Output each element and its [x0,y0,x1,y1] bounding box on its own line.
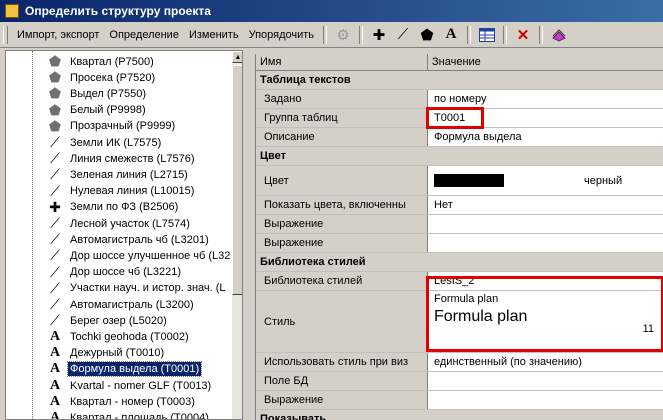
layers-icon[interactable]: ⚙ [332,24,354,46]
scroll-thumb[interactable] [232,65,242,295]
section-label: Цвет [260,150,287,162]
row-name: Цвет [256,166,428,195]
tree-item-label: Земли по ФЗ (B2506) [70,201,179,214]
row-value[interactable]: единственный (по значению) [428,353,663,371]
change-button[interactable]: Изменить [184,27,244,43]
tree-item-label: Нулевая линия (L10015) [70,185,195,198]
add-line-icon[interactable]: ⟋ [392,24,414,46]
column-header-value: Значение [428,54,663,71]
toolbar-grip-icon[interactable] [3,25,8,44]
row-name: Библиотека стилей [256,272,428,290]
tree-item-label: Белый (P9998) [70,104,146,117]
tree-item-label: Просека (P7520) [70,71,156,84]
tree-item-label: Автомагистраль чб (L3201) [70,233,209,246]
sort-button[interactable]: Упорядочить [244,27,319,43]
column-header-name: Имя [256,54,428,71]
tree-item-label: Земли ИК (L7575) [70,136,162,149]
tree-item-label: Автомагистраль (L3200) [70,298,194,311]
row-db-field[interactable]: Поле БД [256,372,663,391]
tree-item-label: Линия смежеств (L7576) [70,152,195,165]
tree-item-label: Квартал - номер (T0003) [70,395,195,408]
tree-item-label: Kvartal - nomer GLF (T0013) [70,379,212,392]
delete-icon[interactable]: ✕ [512,24,534,46]
section-texts-table[interactable]: Таблица текстов [256,71,663,90]
tree-item-label: Зеленая линия (L2715) [70,168,188,181]
section-color[interactable]: Цвет [256,147,663,166]
add-point-icon[interactable]: ✚ [368,24,390,46]
row-name: Использовать стиль при виз [256,353,428,371]
tree-item-label: Дор шоссе улучшенное чб (L32 [70,249,231,262]
row-name: Задано [256,90,428,108]
color-name: черный [584,174,623,187]
row-name: Показать цвета, включенны [256,196,428,214]
toolbar-separator [323,25,328,44]
window-title: Определить структуру проекта [25,4,211,18]
color-swatch [434,174,504,187]
app-icon [5,4,19,18]
highlight-box-table-group [426,107,484,129]
row-value[interactable] [428,372,663,390]
tree-item-label: Участки науч. и истор. знач. (L [70,282,226,295]
section-label: Показывать [260,413,327,420]
table-icon[interactable] [476,24,498,46]
row-name: Выражение [256,215,428,233]
toolbar-separator [467,25,472,44]
toolbar-separator [503,25,508,44]
tree-item-label: Прозрачный (P9999) [70,120,176,133]
highlight-box-style [426,276,663,352]
properties-grid: Имя Значение Таблица текстов Задано по н… [255,54,663,420]
row-name: Группа таблиц [256,109,428,127]
row-use-style[interactable]: Использовать стиль при виз единственный … [256,353,663,372]
import-export-button[interactable]: Импорт, экспорт [12,27,104,43]
section-label: Библиотека стилей [260,256,366,268]
row-value[interactable] [428,391,663,409]
toolbar-separator [359,25,364,44]
row-value[interactable] [428,234,663,252]
row-value[interactable]: по номеру [428,90,663,108]
section-style-library[interactable]: Библиотека стилей [256,253,663,272]
row-expression[interactable]: Выражение [256,391,663,410]
tree-item-label: Tochki geohoda (T0002) [70,330,189,343]
title-bar: Определить структуру проекта [0,0,663,22]
row-name: Выражение [256,391,428,409]
tree-item-label: Дор шоссе чб (L3221) [70,266,181,279]
row-expression[interactable]: Выражение [256,215,663,234]
tree-item-label: Берег озер (L5020) [70,314,167,327]
toolbar: Импорт, экспорт Определение Изменить Упо… [0,22,663,48]
tree-item-label: Выдел (P7550) [70,87,147,100]
tree-item[interactable]: A Квартал - площадь (T0004) [6,408,211,420]
tree-scrollbar[interactable]: ▲ [232,51,242,419]
tree-item-label: Квартал (P7500) [70,55,154,68]
row-name: Выражение [256,234,428,252]
add-text-icon[interactable]: A [440,24,462,46]
tree-item-label: Лесной участок (L7574) [70,217,190,230]
row-value[interactable]: Нет [428,196,663,214]
scroll-up-icon[interactable]: ▲ [232,51,242,63]
row-color[interactable]: Цвет черный [256,166,663,196]
row-expression[interactable]: Выражение [256,234,663,253]
structure-tree[interactable]: ⬟ Квартал (P7500) ⬟ Просека (P7520) ⬟ Выдел (… [5,50,243,420]
row-show-colors[interactable]: Показать цвета, включенны Нет [256,196,663,215]
row-value[interactable] [428,215,663,233]
row-name: Поле БД [256,372,428,390]
add-polygon-icon[interactable]: ⬟ [416,24,438,46]
books-icon[interactable] [548,24,570,46]
tree-item-label: Квартал - площадь (T0004) [70,411,209,420]
text-icon: A [49,409,61,420]
row-value[interactable]: черный [428,166,663,195]
tree-item-label: Формула выдела (T0001) [66,361,203,378]
section-label: Таблица текстов [260,74,351,86]
row-name: Описание [256,128,428,146]
definition-button[interactable]: Определение [104,27,184,43]
tree-item-label: Дежурный (T0010) [70,347,165,360]
row-description[interactable]: Описание Формула выдела [256,128,663,147]
toolbar-separator [539,25,544,44]
row-name: Стиль [256,291,428,352]
row-value[interactable]: Формула выдела [428,128,663,146]
section-show[interactable]: Показывать [256,410,663,420]
